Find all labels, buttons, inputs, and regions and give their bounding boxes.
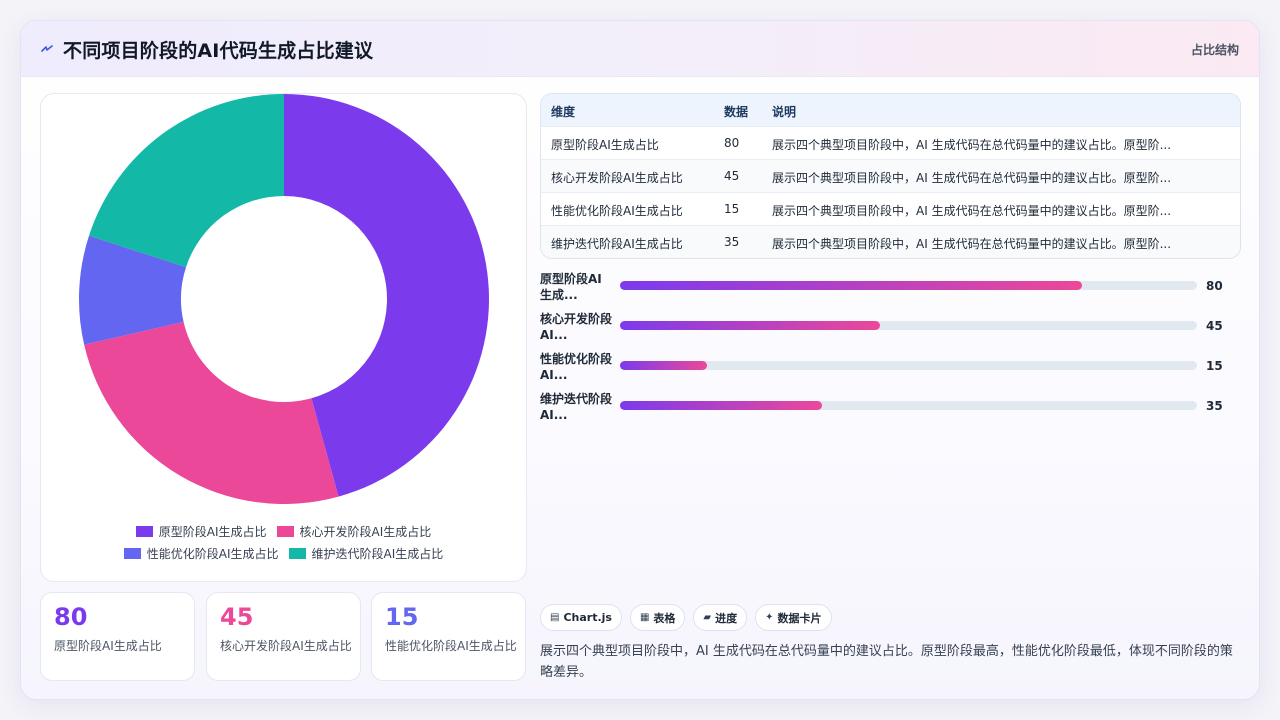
progress-fill	[620, 281, 1082, 290]
progress-value: 35	[1206, 399, 1223, 413]
table-cell: 45	[724, 169, 740, 183]
donut-slice[interactable]	[89, 94, 284, 268]
legend-item[interactable]: 核心开发阶段AI生成占比	[276, 523, 432, 540]
table-cell: 性能优化阶段AI生成占比	[551, 204, 683, 218]
stat-label: 性能优化阶段AI生成占比	[385, 639, 517, 653]
table-row[interactable]: 原型阶段AI生成占比 80 展示四个典型项目阶段中，AI 生成代码在总代码量中的…	[541, 127, 1240, 160]
legend-label: 原型阶段AI生成占比	[158, 524, 267, 539]
progress-row: 性能优化阶段AI... 15	[540, 351, 1241, 383]
chip-label: 数据卡片	[777, 611, 822, 625]
flash-icon	[41, 45, 53, 52]
stat-label: 原型阶段AI生成占比	[54, 639, 162, 653]
sparkle-icon: ✦	[765, 612, 774, 623]
stat-card: 45 核心开发阶段AI生成占比	[206, 592, 361, 681]
column-header: 维度	[551, 105, 576, 119]
table-row[interactable]: 核心开发阶段AI生成占比 45 展示四个典型项目阶段中，AI 生成代码在总代码量…	[541, 160, 1240, 193]
legend-label: 维护迭代阶段AI生成占比	[311, 546, 444, 561]
progress-icon: ▰	[703, 612, 712, 623]
stat-value: 45	[220, 603, 254, 631]
legend-swatch	[135, 525, 153, 537]
legend-label: 核心开发阶段AI生成占比	[299, 524, 432, 539]
table-cell: 80	[724, 136, 740, 150]
legend-label: 性能优化阶段AI生成占比	[146, 546, 279, 561]
table-cell: 展示四个典型项目阶段中，AI 生成代码在总代码量中的建议占比。原型阶...	[772, 171, 1172, 185]
dashboard-card: 不同项目阶段的AI代码生成占比建议 占比结构 原型阶段AI生成占比 核心开发阶段…	[20, 20, 1260, 700]
progress-label: 性能优化阶段AI...	[540, 352, 613, 382]
progress-value: 45	[1206, 319, 1223, 333]
table-cell: 原型阶段AI生成占比	[551, 138, 659, 152]
page-title: 不同项目阶段的AI代码生成占比建议	[63, 40, 374, 62]
stat-card: 80 原型阶段AI生成占比	[40, 592, 195, 681]
donut-slice[interactable]	[84, 321, 339, 505]
header: 不同项目阶段的AI代码生成占比建议 占比结构	[21, 21, 1259, 77]
progress-label: 原型阶段AI生成...	[540, 272, 602, 302]
progress-row: 核心开发阶段AI... 45	[540, 311, 1241, 343]
table-icon: ▦	[639, 612, 650, 623]
feature-chips: ▤ Chart.js ▦ 表格 ▰ 进度 ✦ 数据卡片	[540, 604, 832, 631]
progress-fill	[620, 361, 707, 370]
progress-fill	[620, 401, 822, 410]
chip-label: Chart.js	[563, 611, 612, 624]
table-row[interactable]: 维护迭代阶段AI生成占比 35 展示四个典型项目阶段中，AI 生成代码在总代码量…	[541, 226, 1240, 258]
progress-row: 维护迭代阶段AI... 35	[540, 391, 1241, 423]
data-table: 维度 数据 说明 原型阶段AI生成占比 80 展示四个典型项目阶段中，AI 生成…	[540, 93, 1241, 259]
progress-track	[620, 401, 1197, 410]
table-cell: 35	[724, 235, 740, 249]
progress-row: 原型阶段AI生成... 80	[540, 271, 1241, 303]
donut-chart-panel: 原型阶段AI生成占比 核心开发阶段AI生成占比 性能优化阶段AI生成占比 维护迭…	[40, 93, 527, 582]
table-header-row: 维度 数据 说明	[541, 94, 1240, 127]
chip-chartjs[interactable]: ▤ Chart.js	[540, 604, 622, 631]
chip-data-cards[interactable]: ✦ 数据卡片	[755, 604, 832, 631]
legend-item[interactable]: 维护迭代阶段AI生成占比	[288, 545, 444, 562]
header-tag: 占比结构	[1190, 43, 1239, 57]
table-cell: 展示四个典型项目阶段中，AI 生成代码在总代码量中的建议占比。原型阶...	[772, 138, 1172, 152]
table-cell: 维护迭代阶段AI生成占比	[551, 237, 683, 251]
progress-label: 核心开发阶段AI...	[540, 312, 613, 342]
legend-swatch	[288, 547, 306, 559]
chip-label: 进度	[715, 611, 738, 625]
progress-track	[620, 281, 1197, 290]
progress-track	[620, 361, 1197, 370]
progress-value: 80	[1206, 279, 1223, 293]
table-cell: 展示四个典型项目阶段中，AI 生成代码在总代码量中的建议占比。原型阶...	[772, 237, 1172, 251]
stat-value: 15	[385, 603, 419, 631]
chip-progress[interactable]: ▰ 进度	[693, 604, 748, 631]
table-cell: 展示四个典型项目阶段中，AI 生成代码在总代码量中的建议占比。原型阶...	[772, 204, 1172, 218]
chip-table[interactable]: ▦ 表格	[629, 604, 686, 631]
table-cell: 核心开发阶段AI生成占比	[551, 171, 683, 185]
table-cell: 15	[724, 202, 740, 216]
legend-item[interactable]: 性能优化阶段AI生成占比	[123, 545, 279, 562]
chip-label: 表格	[653, 611, 676, 625]
legend-item[interactable]: 原型阶段AI生成占比	[135, 523, 267, 540]
legend-swatch	[276, 525, 294, 537]
chart-legend: 原型阶段AI生成占比 核心开发阶段AI生成占比 性能优化阶段AI生成占比 维护迭…	[41, 520, 526, 564]
progress-label: 维护迭代阶段AI...	[540, 392, 613, 422]
stat-card: 15 性能优化阶段AI生成占比	[371, 592, 526, 681]
table-row[interactable]: 性能优化阶段AI生成占比 15 展示四个典型项目阶段中，AI 生成代码在总代码量…	[541, 193, 1240, 226]
stat-label: 核心开发阶段AI生成占比	[220, 639, 352, 653]
chart-description: 展示四个典型项目阶段中，AI 生成代码在总代码量中的建议占比。原型阶段最高，性能…	[540, 644, 1233, 680]
progress-value: 15	[1206, 359, 1223, 373]
chart-icon: ▤	[550, 612, 560, 623]
donut-chart	[78, 94, 490, 505]
column-header: 说明	[772, 105, 797, 119]
column-header: 数据	[724, 105, 749, 119]
progress-track	[620, 321, 1197, 330]
legend-swatch	[123, 547, 141, 559]
stat-value: 80	[54, 603, 88, 631]
progress-fill	[620, 321, 880, 330]
